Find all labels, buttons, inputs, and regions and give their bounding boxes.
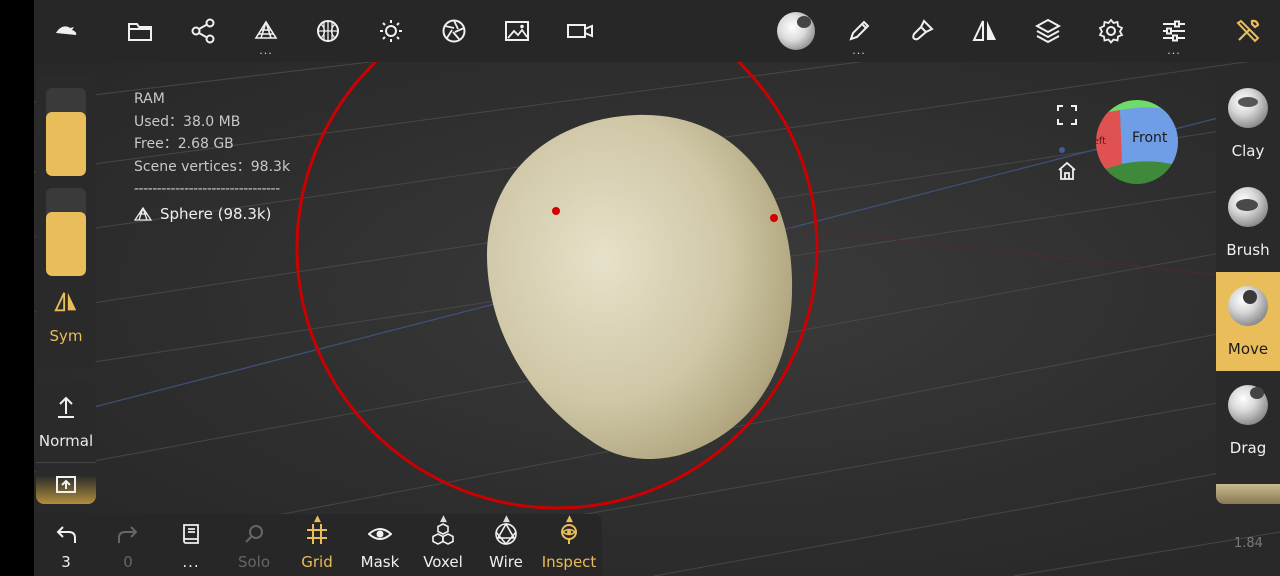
camera-aperture-icon[interactable] [434, 11, 474, 51]
object-entry[interactable]: Sphere (98.3k) [134, 203, 290, 226]
tool-brush[interactable]: Brush [1216, 173, 1280, 272]
symmetry-icon[interactable] [965, 11, 1005, 51]
upload-arrow-icon [58, 396, 74, 418]
tool-move[interactable]: Move [1216, 272, 1280, 371]
scene-vertices: Scene vertices：98.3k [134, 158, 291, 175]
video-icon[interactable] [560, 11, 600, 51]
redo-button[interactable]: 0 [98, 514, 158, 576]
inspect-button[interactable]: ▲ Inspect [539, 514, 599, 576]
undo-button[interactable]: 3 [36, 514, 96, 576]
tool-drag[interactable]: Drag [1216, 371, 1280, 470]
radius-slider-fill [46, 111, 86, 176]
tool-label: Brush [1226, 241, 1270, 259]
search-icon [245, 525, 263, 543]
voxel-button[interactable]: ▲ Voxel [413, 514, 473, 576]
symmetry-icon [54, 292, 77, 312]
voxel-cubes-icon [432, 523, 454, 545]
solo-label: Solo [237, 553, 271, 571]
mesh-icon[interactable]: ... [246, 11, 286, 56]
brush-tool-icon [1228, 187, 1268, 227]
redo-icon [118, 526, 138, 543]
nomad-logo-icon[interactable] [46, 11, 86, 51]
tools-icon[interactable] [1228, 11, 1268, 51]
redo-count: 0 [123, 553, 133, 571]
sym-toggle[interactable] [53, 289, 79, 315]
sliders-icon[interactable]: ... [1154, 11, 1194, 56]
home-icon [1058, 161, 1076, 180]
frame-view-button[interactable] [1056, 104, 1078, 126]
clay-tool-icon [1228, 88, 1268, 128]
history-button[interactable]: ... [161, 514, 221, 576]
stroke-settings-panel: Sym [36, 74, 96, 368]
normal-mode-button[interactable]: Normal [36, 382, 96, 462]
mask-label: Mask [360, 553, 400, 571]
home-view-button[interactable] [1056, 160, 1078, 182]
upload-button[interactable] [36, 463, 96, 504]
material-ball-icon[interactable] [776, 11, 816, 51]
folder-icon[interactable] [120, 11, 160, 51]
nomad-sculpt-app: ... ... ... Sym Normal RAM Used：38.0 MB … [0, 0, 1280, 576]
normal-label: Normal [38, 432, 94, 450]
settings-gear-icon[interactable] [1091, 11, 1131, 51]
solo-button[interactable]: Solo [224, 514, 284, 576]
material-sphere-icon[interactable] [308, 11, 348, 51]
gizmo-axis-dot [1059, 147, 1065, 153]
tool-label: Move [1227, 340, 1269, 358]
image-icon[interactable] [497, 11, 537, 51]
sculpt-overlay [0, 0, 1280, 576]
intensity-slider-fill [46, 211, 86, 276]
scene-info-overlay: RAM Used：38.0 MB Free：2.68 GB Scene vert… [134, 88, 290, 225]
voxel-label: Voxel [423, 553, 463, 571]
version-number: 1.84 [1234, 536, 1263, 551]
undo-count: 3 [61, 553, 71, 571]
sym-label: Sym [49, 327, 83, 345]
box-arrow-icon [56, 476, 76, 493]
grid-label: Grid [301, 553, 333, 571]
view-cube-gizmo[interactable]: Front Left [1096, 100, 1178, 184]
tool-label: Drag [1229, 439, 1267, 457]
pen-icon[interactable]: ... [839, 11, 879, 56]
tool-label: Clay [1231, 142, 1265, 160]
intensity-slider[interactable] [46, 188, 86, 276]
undo-icon [56, 526, 76, 543]
info-separator: -------------------------------- [134, 181, 280, 197]
grid-button[interactable]: ▲ Grid [287, 514, 347, 576]
scene-graph-icon[interactable] [183, 11, 223, 51]
bottom-toolbar: 3 0 ... Solo ▲ Grid Mask ▲ Voxel ▲ Wire … [34, 514, 602, 576]
tool-clay[interactable]: Clay [1216, 74, 1280, 173]
left-face-label: Left [1096, 136, 1106, 147]
symmetry-point-left [552, 207, 560, 215]
ram-free: Free：2.68 GB [134, 136, 234, 152]
mask-button[interactable]: Mask [350, 514, 410, 576]
fullscreen-icon [1057, 105, 1077, 125]
radius-slider[interactable] [46, 88, 86, 176]
ram-label: RAM [134, 91, 165, 107]
light-icon[interactable] [371, 11, 411, 51]
wireframe-icon [495, 522, 517, 546]
mesh-icon [134, 206, 152, 221]
wire-button[interactable]: ▲ Wire [476, 514, 536, 576]
stroke-mode-panel: Normal [36, 382, 96, 504]
grid-icon [307, 524, 327, 544]
layers-icon[interactable] [1028, 11, 1068, 51]
tool-next-partial[interactable] [1216, 484, 1280, 504]
move-tool-icon [1228, 286, 1268, 326]
paint-brush-icon[interactable] [902, 11, 942, 51]
ram-used: Used：38.0 MB [134, 113, 241, 130]
book-icon [183, 524, 199, 544]
sphere-mesh[interactable] [487, 114, 793, 460]
wire-label: Wire [489, 553, 523, 571]
symmetry-point-right [770, 214, 778, 222]
top-toolbar: ... ... ... [34, 0, 1280, 62]
front-face-label: Front [1132, 130, 1168, 146]
sculpt-tools-rail: Clay Brush Move Drag [1216, 74, 1280, 504]
object-name: Sphere (98.3k) [160, 204, 272, 223]
eye-icon [368, 528, 392, 540]
inspect-eye-icon [561, 524, 577, 544]
inspect-label: Inspect [541, 553, 597, 571]
drag-tool-icon [1228, 385, 1268, 425]
